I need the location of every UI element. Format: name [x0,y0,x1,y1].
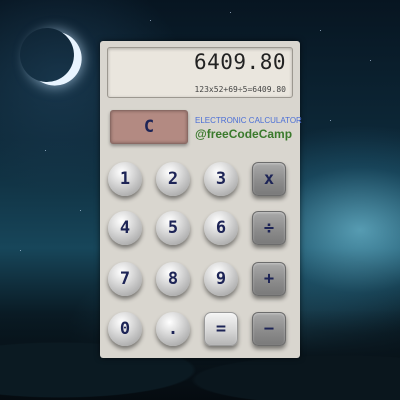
moon-decoration [12,20,81,89]
brand-title: ELECTRONIC CALCULATOR [195,116,302,125]
divide-button[interactable]: ÷ [252,211,286,245]
key-5[interactable]: 5 [156,211,190,245]
multiply-button[interactable]: x [252,162,286,196]
key-0[interactable]: 0 [108,312,142,346]
subtract-button[interactable]: − [252,312,286,346]
key-9[interactable]: 9 [204,262,238,296]
equals-button[interactable]: = [204,312,238,346]
add-button[interactable]: + [252,262,286,296]
display-value: 6409.80 [193,50,286,74]
key-6[interactable]: 6 [204,211,238,245]
key-4[interactable]: 4 [108,211,142,245]
calculator: 6409.80 123x52+69÷5=6409.80 C ELECTRONIC… [100,41,302,358]
key-3[interactable]: 3 [204,162,238,196]
brand: ELECTRONIC CALCULATOR @freeCodeCamp [195,116,302,141]
display: 6409.80 123x52+69÷5=6409.80 [107,47,293,98]
brand-handle: @freeCodeCamp [195,127,293,141]
key-8[interactable]: 8 [156,262,190,296]
display-expression: 123x52+69÷5=6409.80 [194,85,286,94]
clear-button[interactable]: C [110,110,188,144]
key-2[interactable]: 2 [156,162,190,196]
decimal-button[interactable]: . [156,312,190,346]
key-1[interactable]: 1 [108,162,142,196]
key-7[interactable]: 7 [108,262,142,296]
